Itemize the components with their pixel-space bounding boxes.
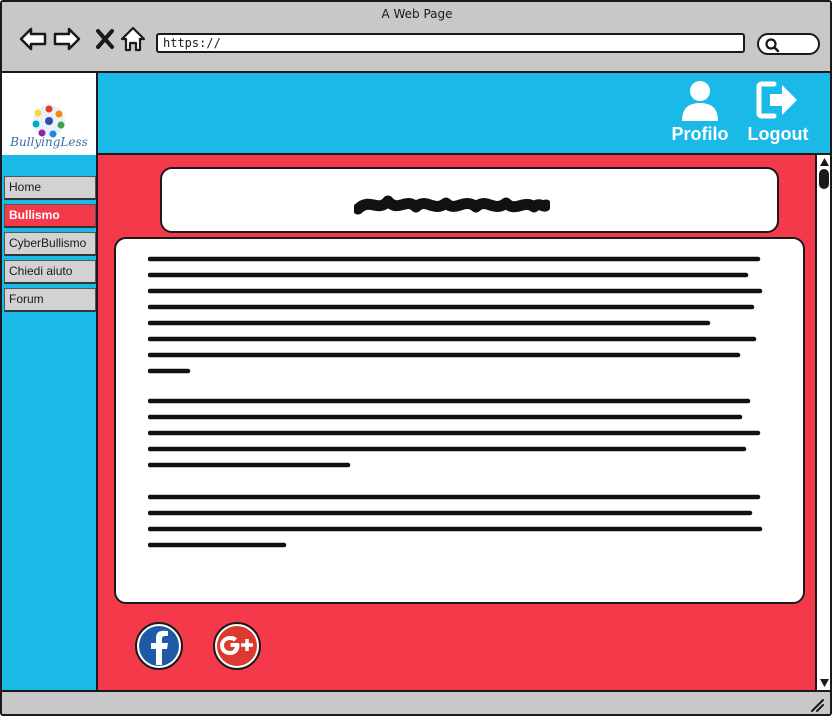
back-arrow-icon[interactable] [18, 24, 48, 54]
page-title-box [160, 167, 779, 233]
sidebar-item-cyberbullismo[interactable]: CyberBullismo [4, 232, 96, 256]
sidebar-nav: Home Bullismo CyberBullismo Chiedi aiuto… [2, 155, 98, 690]
sidebar-item-chiedi-aiuto[interactable]: Chiedi aiuto [4, 260, 96, 284]
status-bar [2, 690, 830, 714]
sidebar-item-home[interactable]: Home [4, 176, 96, 200]
facebook-icon [135, 622, 183, 670]
forward-arrow-icon[interactable] [52, 24, 82, 54]
home-icon[interactable] [118, 24, 148, 54]
page-title-scribble [354, 195, 550, 215]
user-icon [682, 81, 718, 121]
sidebar-item-bullismo[interactable]: Bullismo [4, 204, 96, 228]
profile-button[interactable]: Profilo [660, 79, 740, 145]
top-header: Profilo Logout [96, 73, 830, 155]
scroll-up-arrow-icon[interactable] [819, 157, 830, 167]
article-body [114, 237, 805, 604]
url-input[interactable]: https:// [156, 33, 745, 53]
google-plus-icon [213, 622, 261, 670]
sidebar-item-forum[interactable]: Forum [4, 288, 96, 312]
profile-label: Profilo [671, 124, 729, 144]
main-content [98, 155, 815, 690]
window-title: A Web Page [381, 7, 453, 21]
globe-people-icon [32, 105, 65, 138]
facebook-button[interactable] [134, 621, 184, 671]
logout-button[interactable]: Logout [738, 79, 818, 145]
google-plus-button[interactable] [212, 621, 262, 671]
scroll-down-arrow-icon[interactable] [819, 678, 830, 688]
brand-name: BullyingLess [10, 135, 88, 149]
article-text-scribble [147, 256, 763, 548]
logout-icon [756, 81, 797, 119]
vertical-scrollbar[interactable] [815, 155, 830, 690]
search-field[interactable] [757, 33, 820, 55]
browser-window: A Web Page https:// BullyingLess Profilo… [0, 0, 832, 716]
resize-grip-icon[interactable] [810, 698, 824, 712]
logout-label: Logout [747, 124, 809, 144]
scroll-thumb[interactable] [819, 169, 829, 189]
search-icon [765, 38, 780, 53]
close-x-icon[interactable] [90, 24, 120, 54]
browser-chrome: A Web Page https:// [2, 2, 830, 73]
